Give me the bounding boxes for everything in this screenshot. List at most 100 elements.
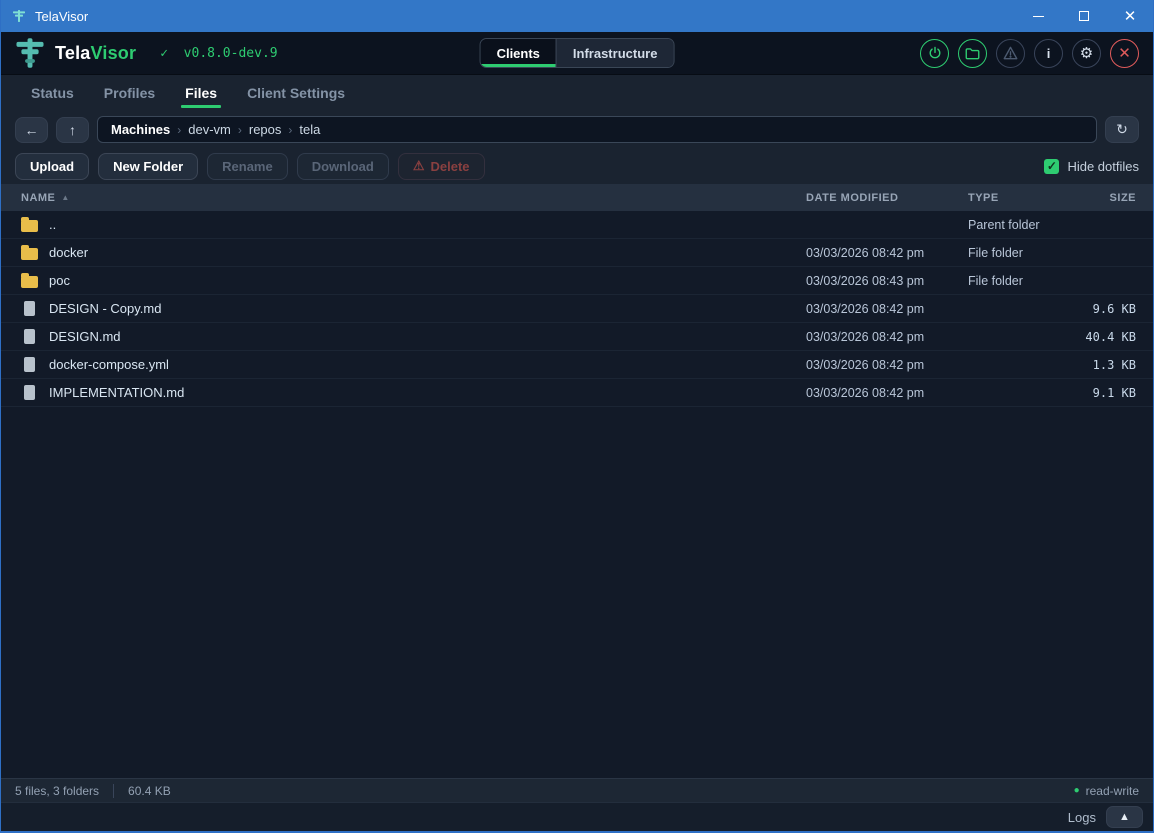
file-name: DESIGN - Copy.md bbox=[49, 301, 161, 316]
info-button[interactable]: i bbox=[1034, 39, 1063, 68]
name-header-label: NAME bbox=[21, 192, 55, 204]
brand: TelaVisor ✓ v0.8.0-dev.9 bbox=[1, 37, 278, 69]
hide-dotfiles-label: Hide dotfiles bbox=[1067, 159, 1139, 174]
column-header-date[interactable]: DATE MODIFIED bbox=[806, 192, 968, 204]
access-mode-label: read-write bbox=[1086, 784, 1139, 798]
checkbox-checked-icon[interactable]: ✓ bbox=[1044, 159, 1059, 174]
file-size: 1.3 KB bbox=[1078, 358, 1153, 372]
file-type: Parent folder bbox=[968, 218, 1078, 232]
breadcrumb[interactable]: Machines › dev-vm › repos › tela bbox=[97, 116, 1097, 143]
close-client-button[interactable]: ✕ bbox=[1110, 39, 1139, 68]
table-row[interactable]: poc 03/03/2026 08:43 pmFile folder bbox=[1, 267, 1153, 295]
breadcrumb-separator: › bbox=[288, 123, 292, 137]
delete-button[interactable]: ⚠ Delete bbox=[398, 153, 485, 180]
warning-icon: ⚠ bbox=[413, 158, 425, 174]
file-name-cell: IMPLEMENTATION.md bbox=[1, 385, 806, 400]
file-type: File folder bbox=[968, 246, 1078, 260]
navigation-row: ← ↑ Machines › dev-vm › repos › tela ↻ bbox=[1, 111, 1153, 148]
file-size: 40.4 KB bbox=[1078, 330, 1153, 344]
table-row[interactable]: docker-compose.yml03/03/2026 08:42 pm1.3… bbox=[1, 351, 1153, 379]
minimize-button[interactable] bbox=[1015, 0, 1061, 32]
breadcrumb-segment[interactable]: repos bbox=[249, 122, 282, 137]
titlebar: TelaVisor ✕ bbox=[1, 0, 1153, 32]
warning-icon bbox=[1003, 46, 1018, 60]
tab-profiles[interactable]: Profiles bbox=[104, 75, 155, 111]
delete-label: Delete bbox=[430, 159, 469, 174]
tab-files[interactable]: Files bbox=[185, 75, 217, 111]
file-date: 03/03/2026 08:42 pm bbox=[806, 330, 968, 344]
breadcrumb-segment[interactable]: tela bbox=[299, 122, 320, 137]
up-arrow-icon: ↑ bbox=[69, 122, 76, 138]
file-name-cell: DESIGN.md bbox=[1, 329, 806, 344]
hide-dotfiles-toggle[interactable]: ✓ Hide dotfiles bbox=[1044, 159, 1139, 174]
close-icon: ✕ bbox=[1118, 46, 1131, 61]
total-size: 60.4 KB bbox=[113, 784, 185, 798]
column-header-size[interactable]: SIZE bbox=[1078, 192, 1153, 204]
file-date: 03/03/2026 08:42 pm bbox=[806, 358, 968, 372]
table-row[interactable]: DESIGN - Copy.md03/03/2026 08:42 pm9.6 K… bbox=[1, 295, 1153, 323]
folder-icon bbox=[21, 276, 38, 288]
table-row[interactable]: docker03/03/2026 08:42 pmFile folder bbox=[1, 239, 1153, 267]
rename-button[interactable]: Rename bbox=[207, 153, 288, 180]
app-logo-icon bbox=[11, 8, 27, 24]
app-logo-icon bbox=[15, 37, 45, 69]
breadcrumb-separator: › bbox=[177, 123, 181, 137]
maximize-button[interactable] bbox=[1061, 0, 1107, 32]
toggle-infrastructure[interactable]: Infrastructure bbox=[556, 39, 674, 67]
column-header-name[interactable]: NAME ▲ bbox=[1, 192, 806, 204]
file-name: IMPLEMENTATION.md bbox=[49, 385, 184, 400]
back-button[interactable]: ← bbox=[15, 117, 48, 143]
column-header-type[interactable]: TYPE bbox=[968, 192, 1078, 204]
file-type: File folder bbox=[968, 274, 1078, 288]
file-name: docker bbox=[49, 245, 88, 260]
tab-client-settings[interactable]: Client Settings bbox=[247, 75, 345, 111]
power-button[interactable] bbox=[920, 39, 949, 68]
file-size: 9.6 KB bbox=[1078, 302, 1153, 316]
upload-button[interactable]: Upload bbox=[15, 153, 89, 180]
version-check-icon: ✓ bbox=[160, 46, 168, 61]
logs-bar: Logs ▲ bbox=[1, 802, 1153, 831]
folder-icon bbox=[21, 220, 38, 232]
toggle-clients[interactable]: Clients bbox=[481, 39, 556, 67]
download-button[interactable]: Download bbox=[297, 153, 389, 180]
file-name-cell: docker bbox=[1, 245, 806, 260]
refresh-button[interactable]: ↻ bbox=[1105, 116, 1139, 143]
window-title: TelaVisor bbox=[35, 9, 88, 24]
app-name: TelaVisor bbox=[55, 43, 136, 64]
app-name-primary: Tela bbox=[55, 43, 90, 63]
settings-button[interactable]: ⚙ bbox=[1072, 39, 1101, 68]
file-name: .. bbox=[49, 217, 56, 232]
sort-ascending-icon: ▲ bbox=[61, 193, 69, 202]
mode-toggle: Clients Infrastructure bbox=[480, 38, 675, 68]
file-icon bbox=[24, 385, 35, 400]
file-name: poc bbox=[49, 273, 70, 288]
breadcrumb-root[interactable]: Machines bbox=[111, 122, 170, 137]
minimize-icon bbox=[1033, 16, 1044, 17]
logs-expand-button[interactable]: ▲ bbox=[1106, 806, 1143, 828]
close-window-button[interactable]: ✕ bbox=[1107, 0, 1153, 32]
table-row[interactable]: IMPLEMENTATION.md03/03/2026 08:42 pm9.1 … bbox=[1, 379, 1153, 407]
folder-button[interactable] bbox=[958, 39, 987, 68]
file-size: 9.1 KB bbox=[1078, 386, 1153, 400]
breadcrumb-segment[interactable]: dev-vm bbox=[188, 122, 231, 137]
file-name-cell: DESIGN - Copy.md bbox=[1, 301, 806, 316]
file-name: DESIGN.md bbox=[49, 329, 121, 344]
tab-status[interactable]: Status bbox=[31, 75, 74, 111]
app-header: TelaVisor ✓ v0.8.0-dev.9 Clients Infrast… bbox=[1, 32, 1153, 75]
table-row[interactable]: DESIGN.md 03/03/2026 08:42 pm 40.4 KB bbox=[1, 323, 1153, 351]
back-arrow-icon: ← bbox=[25, 122, 39, 138]
up-button[interactable]: ↑ bbox=[56, 117, 89, 143]
file-icon bbox=[24, 301, 35, 316]
breadcrumb-separator: › bbox=[238, 123, 242, 137]
table-row[interactable]: .. Parent folder bbox=[1, 211, 1153, 239]
table-header: NAME ▲ DATE MODIFIED TYPE SIZE bbox=[1, 184, 1153, 211]
up-triangle-icon: ▲ bbox=[1119, 811, 1130, 823]
file-date: 03/03/2026 08:43 pm bbox=[806, 274, 968, 288]
gear-icon: ⚙ bbox=[1080, 46, 1093, 61]
refresh-icon: ↻ bbox=[1116, 121, 1128, 138]
folder-icon bbox=[21, 248, 38, 260]
warning-button[interactable] bbox=[996, 39, 1025, 68]
access-mode: ● read-write bbox=[1074, 784, 1139, 798]
new-folder-button[interactable]: New Folder bbox=[98, 153, 198, 180]
info-icon: i bbox=[1047, 47, 1051, 60]
